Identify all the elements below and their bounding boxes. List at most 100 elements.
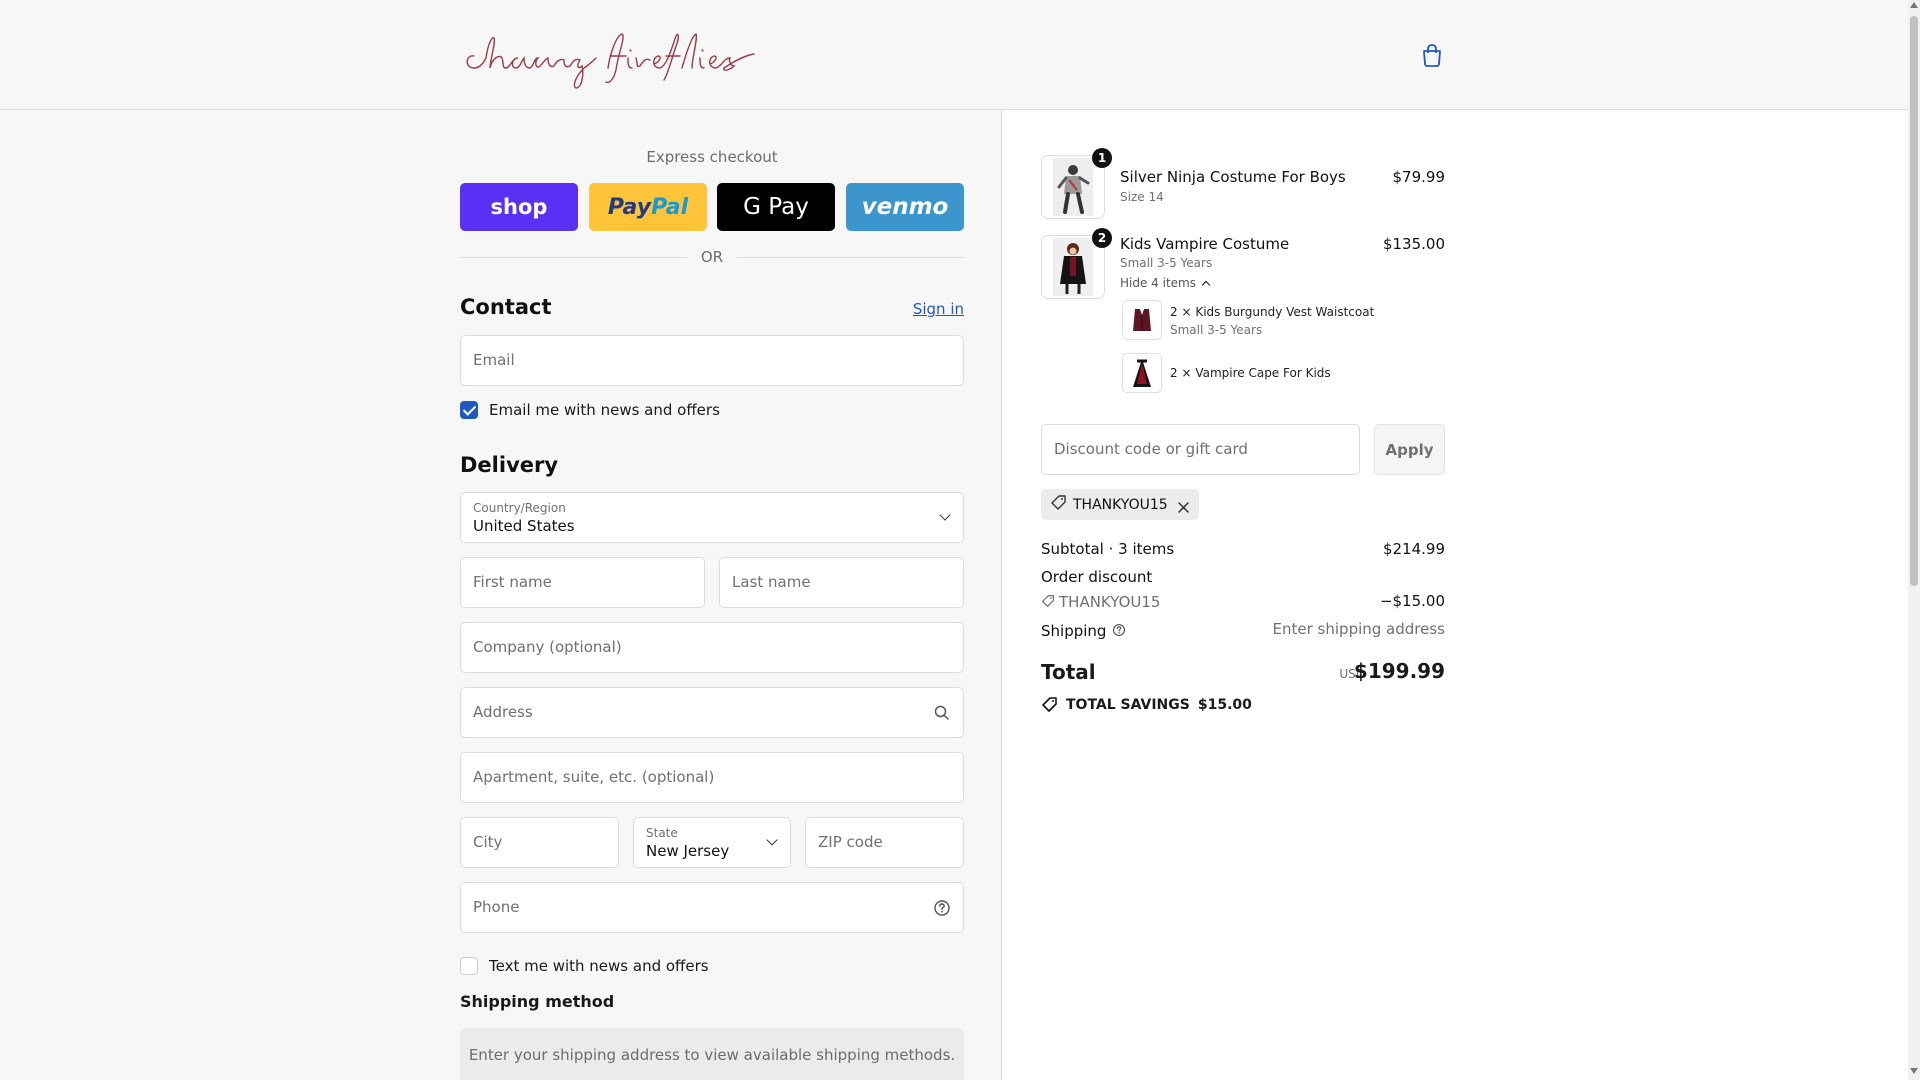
brand-logo[interactable]: [460, 14, 760, 92]
order-discount-label: Order discount: [1041, 568, 1153, 586]
shop-pay-label: shop: [490, 195, 548, 219]
google-pay-button[interactable]: G Pay: [717, 183, 835, 231]
item-price: $135.00: [1382, 235, 1445, 253]
scrollbar-thumb[interactable]: [1910, 16, 1918, 586]
subitem-variant: Small 3-5 Years: [1170, 323, 1263, 337]
page-scrollbar[interactable]: [1908, 0, 1920, 1080]
sign-in-link[interactable]: Sign in: [913, 300, 964, 318]
subtotal-row: Subtotal · 3 items $214.99: [1041, 540, 1445, 560]
subitem-thumbnail: [1122, 353, 1162, 393]
subtotal-value: $214.99: [1382, 540, 1445, 558]
total-row: Total USD $199.99: [1041, 659, 1445, 690]
zip-code-field[interactable]: ZIP code: [805, 817, 964, 868]
shipping-method-notice: Enter your shipping address to view avai…: [460, 1028, 964, 1080]
contact-title: Contact: [460, 295, 552, 319]
subtotal-label: Subtotal · 3 items: [1041, 540, 1175, 558]
city-placeholder: City: [473, 833, 503, 851]
total-value: $199.99: [1353, 659, 1445, 683]
remove-discount-close-icon[interactable]: [1178, 499, 1189, 513]
discount-code-field[interactable]: Discount code or gift card: [1041, 424, 1360, 475]
apply-discount-button[interactable]: Apply: [1374, 424, 1445, 475]
total-label: Total: [1041, 660, 1096, 684]
order-discount-row: Order discount: [1041, 568, 1445, 588]
subitem-name: 2 × Kids Burgundy Vest Waistcoat: [1170, 305, 1375, 319]
cape-image: [1133, 359, 1151, 387]
or-divider: OR: [460, 247, 964, 267]
shipping-label: Shipping: [1041, 621, 1107, 640]
text-news-checkbox[interactable]: [460, 957, 478, 975]
paypal-label-pal: Pal: [651, 194, 689, 220]
shipping-method-title: Shipping method: [460, 992, 615, 1011]
applied-discount-chip: THANKYOU15: [1041, 489, 1199, 520]
shipping-value: Enter shipping address: [1272, 620, 1445, 638]
address-field[interactable]: Address: [460, 687, 964, 738]
item-variant: Size 14: [1120, 190, 1164, 204]
total-savings-label: TOTAL SAVINGS: [1066, 697, 1190, 713]
apply-label: Apply: [1385, 440, 1434, 459]
email-field[interactable]: Email: [460, 335, 964, 386]
subitem-name: 2 × Vampire Cape For Kids: [1170, 366, 1331, 380]
google-pay-label: G Pay: [743, 194, 809, 220]
email-news-label: Email me with news and offers: [489, 401, 720, 419]
city-field[interactable]: City: [460, 817, 619, 868]
or-divider-text: OR: [700, 248, 724, 266]
shipping-label-group: Shipping: [1041, 620, 1126, 641]
chevron-down-icon: [766, 834, 778, 846]
chevron-down-icon: [939, 509, 951, 521]
email-placeholder: Email: [473, 351, 515, 369]
tag-icon: [1050, 494, 1067, 515]
subitem-thumbnail: [1122, 300, 1162, 340]
item-name: Kids Vampire Costume: [1120, 235, 1290, 253]
tag-icon: [1041, 594, 1055, 612]
quantity-badge: 1: [1092, 148, 1112, 168]
item-price: $79.99: [1392, 168, 1446, 186]
phone-field[interactable]: Phone: [460, 882, 964, 933]
help-circle-icon[interactable]: [933, 899, 951, 917]
help-circle-icon[interactable]: [1112, 623, 1126, 641]
hide-items-toggle[interactable]: Hide 4 items: [1120, 276, 1211, 290]
chevron-up-icon: [1201, 280, 1211, 289]
shipping-row: Shipping Enter shipping address: [1041, 620, 1445, 640]
paypal-button[interactable]: Pay Pal: [589, 183, 707, 231]
venmo-button[interactable]: venmo: [846, 183, 964, 231]
item-name: Silver Ninja Costume For Boys: [1120, 168, 1346, 186]
quantity-badge: 2: [1092, 228, 1112, 248]
state-value: New Jersey: [646, 842, 730, 860]
text-news-checkbox-row[interactable]: Text me with news and offers: [460, 956, 709, 976]
product-thumbnail: 2: [1041, 228, 1112, 299]
state-label: State: [646, 826, 678, 840]
apartment-field[interactable]: Apartment, suite, etc. (optional): [460, 752, 964, 803]
express-checkout-label: Express checkout: [646, 148, 778, 166]
first-name-field[interactable]: First name: [460, 557, 705, 608]
header: [0, 0, 1908, 110]
shopping-bag-icon[interactable]: [1421, 43, 1443, 67]
email-news-checkbox[interactable]: [460, 401, 478, 419]
last-name-field[interactable]: Last name: [719, 557, 964, 608]
product-thumbnail: 1: [1041, 148, 1112, 219]
first-name-placeholder: First name: [473, 573, 552, 591]
scroll-down-arrow-icon[interactable]: [1910, 1068, 1918, 1074]
country-value: United States: [473, 517, 575, 535]
last-name-placeholder: Last name: [732, 573, 811, 591]
item-variant: Small 3-5 Years: [1120, 256, 1213, 270]
email-news-checkbox-row[interactable]: Email me with news and offers: [460, 400, 720, 420]
express-payment-buttons: shop Pay Pal G Pay venmo: [460, 183, 964, 231]
phone-placeholder: Phone: [473, 898, 520, 916]
discount-code-row: THANKYOU15 −$15.00: [1041, 592, 1445, 612]
state-select[interactable]: State New Jersey: [633, 817, 791, 868]
discount-code-placeholder: Discount code or gift card: [1054, 440, 1248, 458]
company-field[interactable]: Company (optional): [460, 622, 964, 673]
discount-code-label: THANKYOU15: [1041, 592, 1160, 612]
country-label: Country/Region: [473, 501, 566, 515]
applied-code-text: THANKYOU15: [1073, 496, 1168, 513]
scroll-up-arrow-icon[interactable]: [1910, 2, 1918, 8]
apartment-placeholder: Apartment, suite, etc. (optional): [473, 768, 715, 786]
country-select[interactable]: Country/Region United States: [460, 492, 964, 543]
hide-items-label: Hide 4 items: [1120, 276, 1196, 290]
brand-logo-script: [466, 33, 755, 89]
shop-pay-button[interactable]: shop: [460, 183, 578, 231]
tag-icon: [1041, 696, 1058, 717]
vest-image: [1133, 309, 1151, 331]
text-news-label: Text me with news and offers: [489, 957, 709, 975]
address-placeholder: Address: [473, 703, 533, 721]
